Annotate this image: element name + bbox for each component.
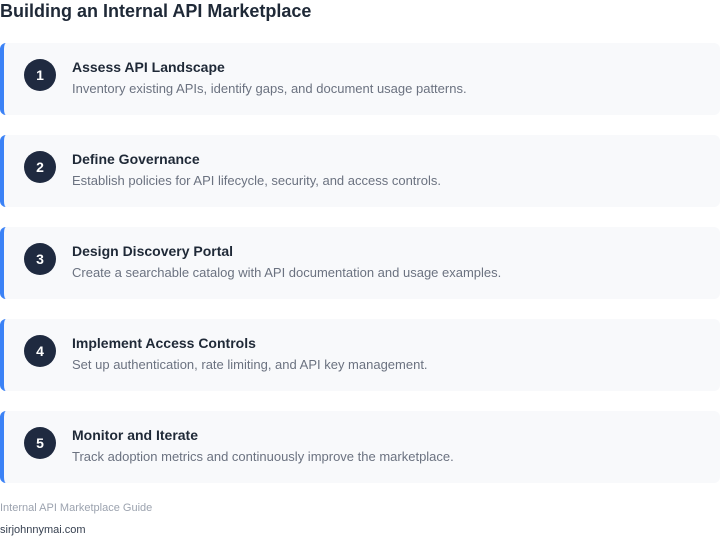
step-description: Establish policies for API lifecycle, se…: [72, 173, 441, 188]
step-card: 1 Assess API Landscape Inventory existin…: [0, 43, 720, 115]
steps-list: 1 Assess API Landscape Inventory existin…: [0, 43, 720, 483]
step-title: Define Governance: [72, 151, 200, 167]
step-number-badge: 4: [24, 335, 56, 367]
step-description: Inventory existing APIs, identify gaps, …: [72, 81, 467, 96]
step-number-badge: 3: [24, 243, 56, 275]
page: Building an Internal API Marketplace 1 A…: [0, 0, 720, 537]
step-number-badge: 1: [24, 59, 56, 91]
step-card: 2 Define Governance Establish policies f…: [0, 135, 720, 207]
step-description: Set up authentication, rate limiting, an…: [72, 357, 428, 372]
step-title: Implement Access Controls: [72, 335, 256, 351]
footer-site: sirjohnnymai.com: [0, 524, 86, 536]
footer-note: Internal API Marketplace Guide: [0, 502, 153, 514]
step-number-badge: 2: [24, 151, 56, 183]
step-card: 4 Implement Access Controls Set up authe…: [0, 319, 720, 391]
step-card: 3 Design Discovery Portal Create a searc…: [0, 227, 720, 299]
step-title: Monitor and Iterate: [72, 427, 199, 443]
step-description: Create a searchable catalog with API doc…: [72, 265, 502, 280]
step-description: Track adoption metrics and continuously …: [72, 449, 454, 464]
step-title: Design Discovery Portal: [72, 243, 234, 259]
step-card: 5 Monitor and Iterate Track adoption met…: [0, 411, 720, 483]
page-title: Building an Internal API Marketplace: [0, 1, 312, 21]
step-title: Assess API Landscape: [72, 59, 225, 75]
step-number-badge: 5: [24, 427, 56, 459]
